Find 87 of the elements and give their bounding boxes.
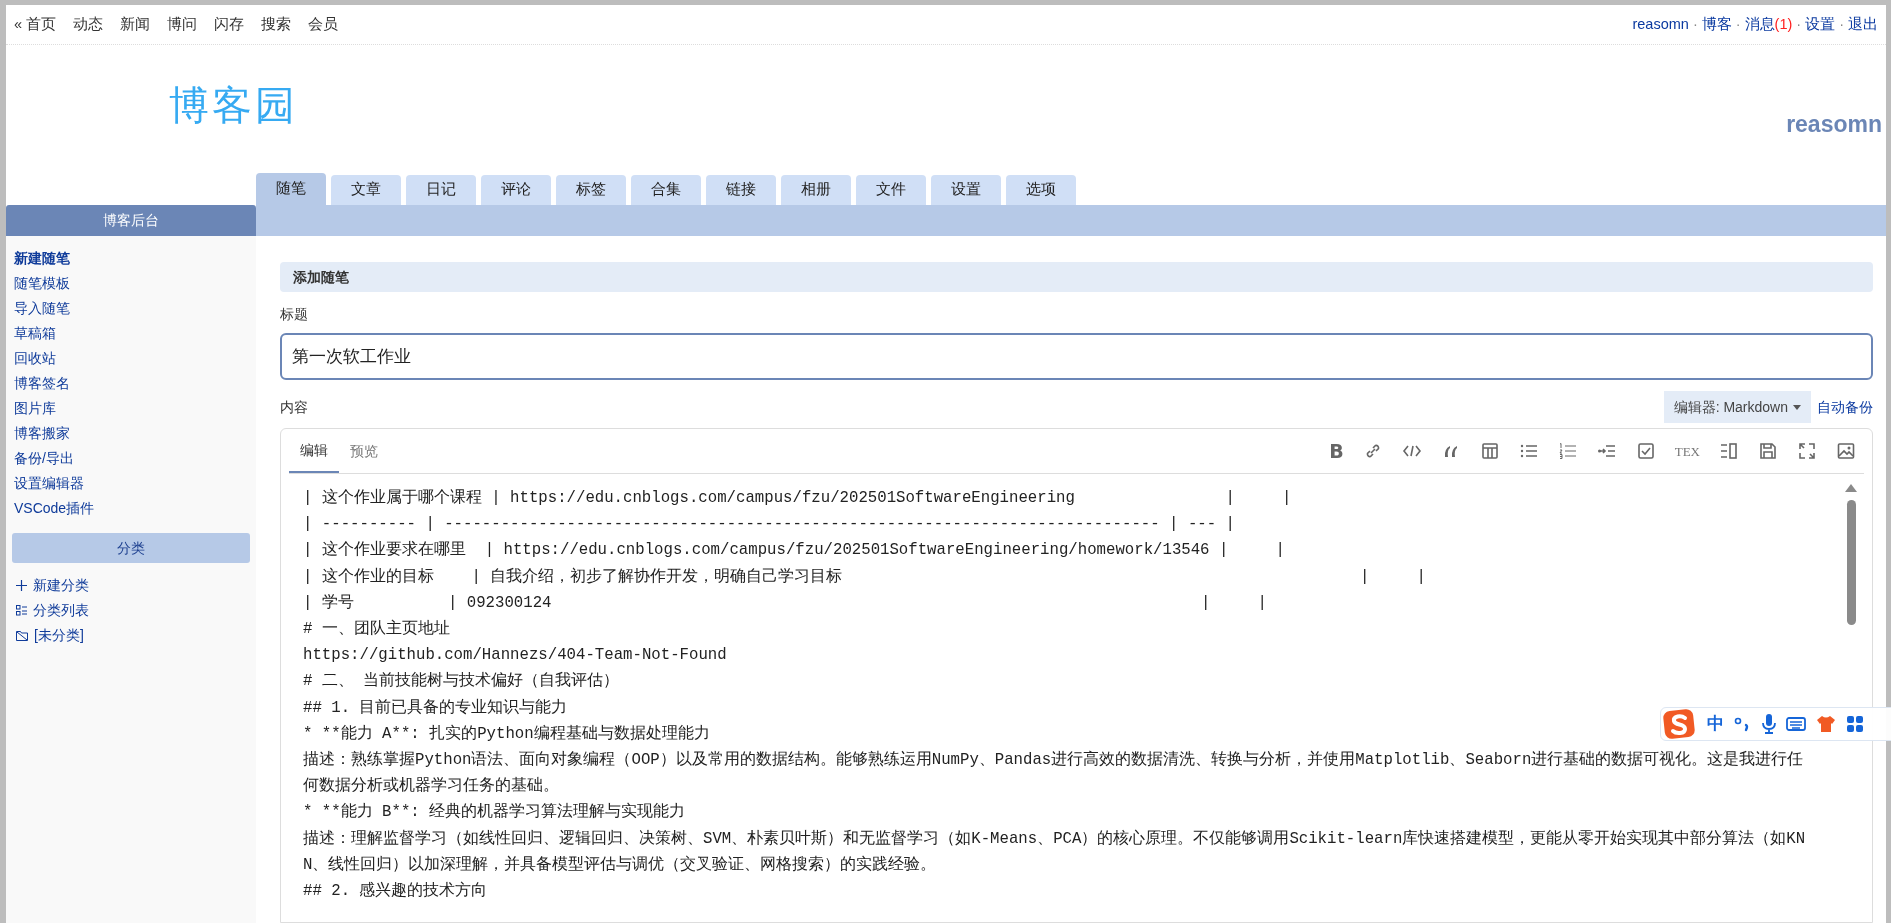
numbered-list-icon[interactable] [1557, 441, 1578, 461]
sidebar-link[interactable]: 导入随笔 [14, 298, 70, 319]
nav-tab[interactable]: 文章 [331, 175, 401, 205]
sidebar-link[interactable]: 设置编辑器 [14, 473, 84, 494]
nav-tab[interactable]: 日记 [406, 175, 476, 205]
sidebar-header: 博客后台 [6, 205, 256, 236]
ime-mode-toggle[interactable]: 中 [1707, 711, 1724, 737]
list-icon [16, 605, 27, 616]
autosave-link[interactable]: 自动备份 [1817, 396, 1873, 418]
nav-link[interactable]: 博问 [167, 13, 198, 36]
editor-line: # 一、团队主页地址 [303, 618, 450, 640]
microphone-icon[interactable] [1762, 714, 1776, 734]
shirt-icon[interactable] [1816, 715, 1836, 733]
sidebar-link[interactable]: 新建随笔 [14, 248, 70, 269]
editor-tab[interactable]: 编辑 [289, 429, 339, 473]
blog-owner-name: reasomn [1786, 110, 1882, 139]
nav-tab[interactable]: 评论 [481, 175, 551, 205]
nav-link[interactable]: 会员 [308, 13, 339, 36]
editor-line: 描述：熟练掌握Python语法、面向对象编程（OOP）以及常用的数据结构。能够熟练运用NumPy、Pandas进行高效的数据清洗、转换与分析，并使用Matplotlib、Seaborn进行基础的数据可视化。这是我进行任何数据分析或机器学习任务的基础。 [303, 749, 1805, 798]
separator-dot: · [1735, 14, 1741, 34]
plus-icon [16, 580, 27, 591]
nav-link[interactable]: 退出 [1848, 13, 1878, 36]
nav-tab[interactable]: 相册 [781, 175, 851, 205]
ime-logo-icon[interactable] [1663, 707, 1697, 741]
scroll-up-icon[interactable] [1845, 484, 1857, 492]
nav-link[interactable]: « 首页 [14, 13, 57, 36]
category-header: 分类 [12, 533, 250, 563]
split-view-icon[interactable] [1719, 441, 1739, 461]
separator-dot: · [1796, 14, 1802, 34]
category-link[interactable]: [未分类] [34, 625, 84, 646]
nav-tab[interactable]: 文件 [856, 175, 926, 205]
keyboard-icon[interactable] [1786, 716, 1806, 732]
editor-line: * **能力 A**: 扎实的Python编程基础与数据处理能力 [303, 723, 710, 745]
separator-dot: · [1692, 14, 1698, 34]
table-icon[interactable] [1479, 441, 1500, 461]
editor-line: ## 1. 目前已具备的专业知识与能力 [303, 697, 568, 719]
title-input[interactable]: 第一次软工作业 [280, 333, 1873, 380]
sidebar-link[interactable]: 草稿箱 [14, 323, 56, 344]
save-icon[interactable] [1758, 441, 1778, 461]
sidebar-link[interactable]: 备份/导出 [14, 448, 74, 469]
sidebar-link[interactable]: 图片库 [14, 398, 56, 419]
editor-line: | 这个作业属于哪个课程 | https://edu.cnblogs.com/campus/fzu/202501SoftwareEngineering | | [303, 487, 1292, 509]
nav-tab[interactable]: 合集 [631, 175, 701, 205]
nav-link[interactable]: 闪存 [214, 13, 245, 36]
section-header: 添加随笔 [280, 262, 1873, 292]
checkbox-icon[interactable] [1635, 441, 1656, 461]
caret-icon [1793, 404, 1801, 410]
editor-line: | 这个作业的目标 | 自我介绍，初步了解协作开发，明确自己学习目标 | | [303, 566, 1426, 588]
title-label: 标题 [280, 305, 308, 324]
nav-link[interactable]: 博客 [1701, 13, 1732, 36]
sidebar-link[interactable]: VSCode插件 [14, 498, 95, 519]
nav-link[interactable]: 新闻 [120, 13, 151, 36]
scrollbar-thumb[interactable] [1846, 500, 1856, 625]
editor-line: https://github.com/Hannezs/404-Team-Not-Found [303, 645, 727, 667]
editor-line: ## 2. 感兴趣的技术方向 [303, 880, 488, 903]
category-link[interactable]: 新建分类 [33, 575, 89, 596]
nav-tab[interactable]: 选项 [1006, 175, 1076, 205]
content-label: 内容 [280, 397, 308, 417]
sidebar-link[interactable]: 随笔模板 [14, 273, 70, 294]
editor-line: * **能力 B**: 经典的机器学习算法理解与实现能力 [303, 802, 686, 824]
bold-button[interactable]: B [1329, 441, 1344, 461]
editor-line: 描述：理解监督学习（如线性回归、逻辑回归、决策树、SVM、朴素贝叶斯）和无监督学习（如K-Means、PCA）的核心原理。不仅能够调用Scikit-learn库快速搭建模型，更能从零开始实现其中部分算法（如KNN、线性回归）以加深理解，并具备模型评估与调优（交叉验证、网格搜索）的实践经验。 [303, 828, 1807, 876]
editor-line: | 学号 | 092300124 | | [303, 592, 1267, 614]
sidebar-link[interactable]: 博客签名 [14, 373, 70, 394]
folder-icon [16, 630, 28, 641]
nav-link[interactable]: 动态 [73, 13, 104, 36]
fullscreen-icon[interactable] [1797, 441, 1817, 461]
editor-line: # 二、 当前技能树与技术偏好（自我评估） [303, 671, 620, 693]
sidebar-link[interactable]: 回收站 [14, 348, 56, 369]
editor-line: | 这个作业要求在哪里 | https://edu.cnblogs.com/campus/fzu/202501SoftwareEngineering/homework/13546 | | [303, 539, 1285, 562]
nav-link[interactable]: reasomn [1632, 13, 1689, 36]
nav-link[interactable]: 搜索 [261, 13, 292, 36]
grid-icon[interactable] [1846, 715, 1864, 733]
tex-button[interactable]: TEX [1674, 444, 1700, 458]
editor-line: | ---------- | ---------------------------------------------------------------------------- | --- | [303, 514, 1235, 536]
nav-tab[interactable]: 设置 [931, 175, 1001, 205]
sidebar-link[interactable]: 博客搬家 [14, 423, 70, 444]
nav-link[interactable]: 设置 [1805, 13, 1836, 36]
nav-link[interactable]: 消息(1) [1744, 13, 1793, 36]
editor-tab[interactable]: 预览 [339, 429, 389, 473]
separator-dot: · [1839, 14, 1844, 34]
image-icon[interactable] [1836, 441, 1856, 461]
nav-tab[interactable]: 随笔 [256, 173, 326, 205]
editor-select[interactable]: 编辑器: Markdown [1663, 391, 1811, 423]
nav-tab[interactable]: 标签 [556, 175, 626, 205]
nav-tab[interactable]: 链接 [706, 175, 776, 205]
category-link[interactable]: 分类列表 [33, 600, 89, 621]
